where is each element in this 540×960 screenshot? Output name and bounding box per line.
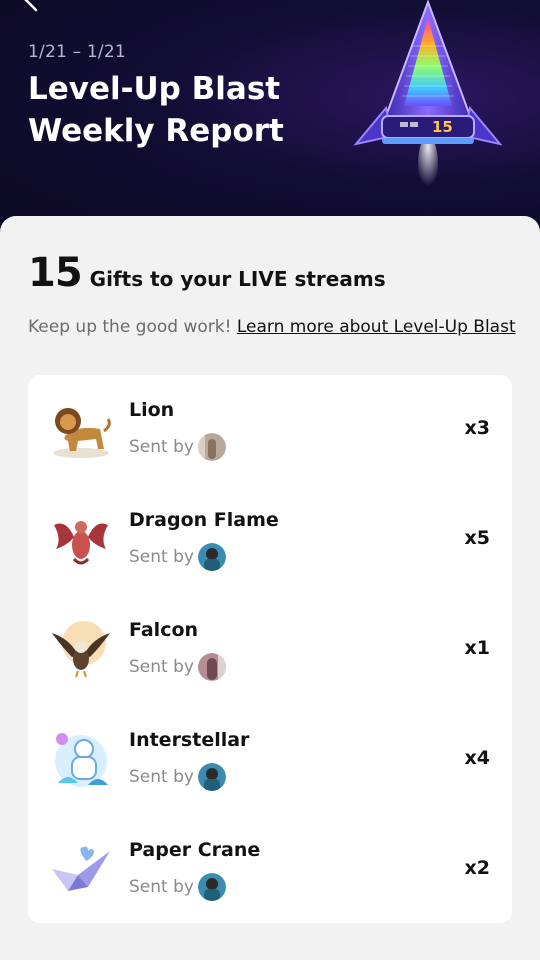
sender-avatar[interactable] [197, 433, 226, 461]
falcon-icon [52, 621, 110, 678]
sent-by: Sent by [129, 873, 226, 901]
subtitle: Keep up the good work! Learn more about … [28, 316, 518, 339]
subtitle-text: Keep up the good work! [28, 317, 237, 337]
astronaut-icon [55, 733, 108, 787]
paper-crane-icon [52, 846, 110, 891]
gift-quantity: x3 [464, 417, 490, 439]
gift-quantity: x5 [464, 527, 490, 549]
sent-by-label: Sent by [129, 437, 194, 457]
sent-by-label: Sent by [129, 767, 194, 787]
sent-by: Sent by [129, 543, 226, 571]
gift-row-falcon[interactable]: Falcon Sent by x1 [28, 595, 512, 705]
sent-by: Sent by [129, 433, 226, 461]
gift-list: Lion Sent by x3 Dragon Flame Sent by x5 … [28, 375, 512, 923]
date-range: 1/21 – 1/21 [28, 42, 126, 62]
gift-name: Interstellar [129, 729, 250, 751]
gift-quantity: x2 [464, 857, 490, 879]
sender-avatar[interactable] [197, 873, 226, 901]
gift-name: Paper Crane [129, 839, 261, 861]
gift-name: Lion [129, 399, 175, 421]
page-title: Level-Up Blast Weekly Report [28, 71, 284, 149]
gifts-heading: Gifts to your LIVE streams [89, 267, 386, 291]
gift-name: Dragon Flame [129, 509, 279, 531]
gift-quantity: x4 [464, 747, 490, 769]
rocket-level-number: 15 [432, 118, 453, 136]
sent-by-label: Sent by [129, 877, 194, 897]
gift-name: Falcon [129, 619, 199, 641]
gift-count: 15 [28, 250, 83, 296]
gift-row-lion[interactable]: Lion Sent by x3 [28, 375, 512, 485]
sender-avatar[interactable] [197, 763, 226, 791]
gift-row-interstellar[interactable]: Interstellar Sent by x4 [28, 705, 512, 815]
sent-by-label: Sent by [129, 657, 194, 677]
gift-quantity: x1 [464, 637, 490, 659]
gift-row-paper-crane[interactable]: Paper Crane Sent by x2 [28, 815, 512, 925]
report-header: 1/21 – 1/21 Level-Up Blast Weekly Report [0, 0, 540, 240]
report-sheet: 15 Gifts to your LIVE streams Keep up th… [0, 216, 540, 960]
rocket-badge-icon: 15 [353, 0, 502, 192]
sent-by: Sent by [129, 763, 226, 791]
sent-by: Sent by [129, 653, 226, 681]
sent-by-label: Sent by [129, 547, 194, 567]
sender-avatar[interactable] [197, 653, 226, 681]
learn-more-link[interactable]: Learn more about Level-Up Blast [237, 317, 516, 337]
gifts-headline: 15 Gifts to your LIVE streams [28, 250, 386, 296]
lion-icon [53, 408, 111, 458]
dragon-icon [54, 521, 108, 565]
sender-avatar[interactable] [197, 543, 226, 571]
back-chevron-icon[interactable] [14, 0, 42, 14]
gift-row-dragon-flame[interactable]: Dragon Flame Sent by x5 [28, 485, 512, 595]
